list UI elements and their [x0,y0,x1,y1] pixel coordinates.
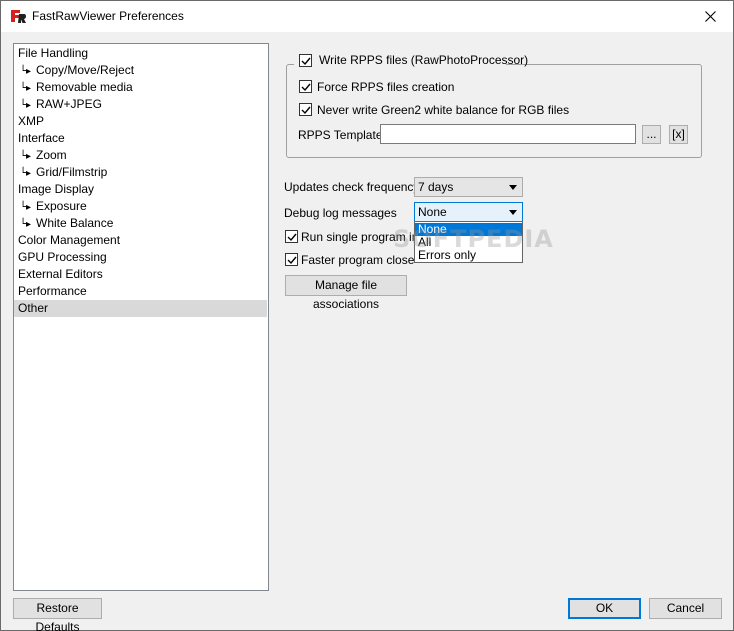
sidebar-item-interface[interactable]: Interface [14,130,267,147]
tree-branch-icon: └▸ [20,202,32,213]
restore-defaults-button[interactable]: Restore Defaults [13,598,102,631]
close-button[interactable] [687,1,733,31]
sidebar-item-label: GPU Processing [18,250,107,264]
never-green2-label: Never write Green2 white balance for RGB… [317,103,570,117]
updates-frequency-combobox[interactable]: 7 days [414,177,523,197]
dropdown-option[interactable]: None [415,223,522,236]
settings-category-list[interactable]: File Handling └▸ Copy/Move/Reject └▸ Removab… [13,43,269,591]
sidebar-item-image-display[interactable]: Image Display [14,181,267,198]
sidebar-item-copy-move-reject[interactable]: └▸ Copy/Move/Reject [14,62,267,79]
sidebar-item-label: Color Management [18,233,121,247]
rpps-template-label: RPPS Template: [298,128,386,142]
checkmark-icon [301,106,311,115]
sidebar-item-label: Image Display [18,182,95,196]
sidebar-item-xmp[interactable]: XMP [14,113,267,130]
window-title: FastRawViewer Preferences [32,9,184,23]
sidebar-item-label: Grid/Filmstrip [36,165,108,179]
rpps-template-input[interactable] [380,124,636,144]
write-rpps-label: Write RPPS files (RawPhotoProcessor) [319,53,529,67]
faster-close-label: Faster program close [301,253,415,267]
sidebar-item-removable-media[interactable]: └▸ Removable media [14,79,267,96]
preferences-window: FastRawViewer Preferences File Handling └… [0,0,734,631]
run-single-instance-label: Run single program inst [301,230,428,244]
sidebar-item-performance[interactable]: Performance [14,283,267,300]
sidebar-item-label: File Handling [18,46,89,60]
sidebar-item-grid-filmstrip[interactable]: └▸ Grid/Filmstrip [14,164,267,181]
sidebar-item-label: Performance [18,284,87,298]
chevron-down-icon [509,185,517,190]
tree-branch-icon: └▸ [20,83,32,94]
debug-log-combobox[interactable]: None [414,202,523,222]
checkmark-icon [301,57,311,66]
updates-frequency-label: Updates check frequency [284,180,420,194]
sidebar-item-label: White Balance [36,216,114,230]
write-rpps-checkbox[interactable] [299,54,312,67]
tree-branch-icon: └▸ [20,100,32,111]
sidebar-item-label: Other [18,301,49,315]
rpps-template-browse-button[interactable]: ... [642,125,661,144]
close-icon [704,10,716,22]
debug-log-value: None [418,205,447,219]
force-rpps-checkbox[interactable] [299,80,312,93]
never-green2-checkbox[interactable] [299,103,312,116]
rpps-template-clear-button[interactable]: [x] [669,125,688,144]
checkmark-icon [287,256,297,265]
sidebar-item-exposure[interactable]: └▸ Exposure [14,198,267,215]
app-logo-icon [11,10,26,23]
sidebar-item-color-management[interactable]: Color Management [14,232,267,249]
force-rpps-label: Force RPPS files creation [317,80,455,94]
chevron-down-icon [509,210,517,215]
sidebar-item-label: Removable media [36,80,133,94]
sidebar-item-label: Zoom [36,148,67,162]
run-single-instance-checkbox[interactable] [285,230,298,243]
tree-branch-icon: └▸ [20,168,32,179]
sidebar-item-label: XMP [18,114,45,128]
ok-button[interactable]: OK [568,598,641,619]
sidebar-item-label: Exposure [36,199,87,213]
sidebar-item-file-handling[interactable]: File Handling [14,45,267,62]
sidebar-item-other[interactable]: Other [14,300,267,317]
debug-log-dropdown-list[interactable]: None All Errors only [414,221,523,263]
tree-branch-icon: └▸ [20,151,32,162]
title-bar: FastRawViewer Preferences [1,1,733,32]
sidebar-item-label: Copy/Move/Reject [36,63,135,77]
debug-log-label: Debug log messages [284,206,397,220]
sidebar-item-zoom[interactable]: └▸ Zoom [14,147,267,164]
checkmark-icon [301,83,311,92]
sidebar-item-label: External Editors [18,267,103,281]
sidebar-item-label: RAW+JPEG [36,97,102,111]
dropdown-option[interactable]: Errors only [415,249,522,262]
manage-file-associations-button[interactable]: Manage file associations [285,275,407,311]
updates-frequency-value: 7 days [418,180,454,194]
sidebar-item-external-editors[interactable]: External Editors [14,266,267,283]
sidebar-item-white-balance[interactable]: └▸ White Balance [14,215,267,232]
cancel-button[interactable]: Cancel [649,598,722,619]
faster-close-checkbox[interactable] [285,253,298,266]
tree-branch-icon: └▸ [20,66,32,77]
tree-branch-icon: └▸ [20,219,32,230]
sidebar-item-gpu-processing[interactable]: GPU Processing [14,249,267,266]
sidebar-item-label: Interface [18,131,65,145]
sidebar-item-raw-jpeg[interactable]: └▸ RAW+JPEG [14,96,267,113]
checkmark-icon [287,233,297,242]
